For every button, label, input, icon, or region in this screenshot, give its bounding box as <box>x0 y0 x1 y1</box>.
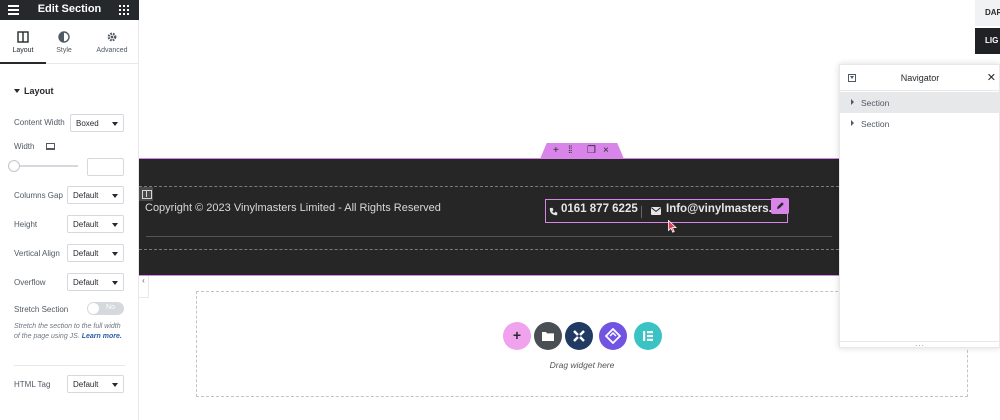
tab-advanced-label: Advanced <box>96 47 128 54</box>
navigator-item-section[interactable]: Section <box>840 113 1000 134</box>
column-handle-icon[interactable] <box>139 187 153 201</box>
width-label: Width <box>14 142 35 151</box>
content-width-select[interactable]: Boxed <box>70 114 124 132</box>
addon-kit-button[interactable] <box>599 322 627 350</box>
overflow-select[interactable]: Default <box>67 273 124 291</box>
contact-icon-list[interactable]: 0161 877 6225 Info@vinylmasters.co.uk <box>545 198 789 223</box>
layout-icon <box>17 31 29 43</box>
vertical-align-label: Vertical Align <box>14 249 60 258</box>
html-tag-label: HTML Tag <box>14 380 51 389</box>
copyright-text[interactable]: Copyright © 2023 Vinylmasters Limited - … <box>145 202 441 214</box>
layout-section-toggle[interactable]: Layout <box>14 86 54 96</box>
footer-divider-line <box>146 236 832 237</box>
add-template-button[interactable] <box>534 322 562 350</box>
navigator-title: Navigator <box>900 73 940 83</box>
caret-down-icon <box>14 89 20 93</box>
navigator-item-section[interactable]: Section <box>840 92 1000 113</box>
style-icon <box>58 31 70 43</box>
mouse-pointer-icon <box>668 220 677 233</box>
desktop-monitor-icon[interactable] <box>46 143 55 150</box>
section-handle-bar: + ⁞⁞ ❐ × <box>540 143 624 159</box>
duplicate-section-icon[interactable]: ❐ <box>587 146 596 156</box>
tab-advanced[interactable]: Advanced <box>88 20 136 64</box>
edit-widget-button[interactable] <box>771 198 789 214</box>
height-label: Height <box>14 220 38 229</box>
drag-section-icon[interactable]: ⁞⁞ <box>568 146 572 156</box>
columns-gap-label: Columns Gap <box>14 191 63 200</box>
folder-icon <box>542 332 554 341</box>
columns-gap-select[interactable]: Default <box>67 186 124 204</box>
light-mode-button[interactable]: LIG <box>975 28 1000 54</box>
navigator-header[interactable]: Navigator ✕ <box>840 65 1000 91</box>
editor-panel: Edit Section Layout Style Advanced Layou… <box>0 0 139 420</box>
toggle-state: No <box>106 304 115 311</box>
phone-number[interactable]: 0161 877 6225 <box>561 203 638 215</box>
contact-separator <box>641 206 642 218</box>
tab-layout[interactable]: Layout <box>0 20 46 64</box>
elementor-logo-icon <box>643 331 653 341</box>
add-section-icon[interactable]: + <box>553 146 559 156</box>
height-select[interactable]: Default <box>67 215 124 233</box>
x-logo-icon <box>573 330 585 342</box>
content-width-label: Content Width <box>14 118 65 127</box>
tab-layout-label: Layout <box>12 47 34 54</box>
diamond-logo-icon <box>605 328 621 344</box>
phone-icon <box>549 207 558 216</box>
width-slider-track[interactable] <box>14 165 78 167</box>
navigator-panel: Navigator ✕ Section Section ... <box>839 64 1000 348</box>
learn-more-link[interactable]: Learn more. <box>82 333 122 340</box>
panel-divider <box>14 365 125 366</box>
plus-icon: + <box>512 327 522 343</box>
envelope-icon <box>651 207 661 215</box>
width-slider-handle[interactable] <box>8 160 20 172</box>
add-new-section-button[interactable]: + <box>503 322 531 350</box>
dark-mode-button[interactable]: DAR <box>975 0 1000 26</box>
pencil-icon <box>777 202 784 209</box>
vertical-align-select[interactable]: Default <box>67 244 124 262</box>
footer-section[interactable]: Copyright © 2023 Vinylmasters Limited - … <box>139 158 839 276</box>
tab-style-label: Style <box>56 47 72 54</box>
navigator-resize-handle[interactable]: ... <box>840 339 1000 348</box>
close-icon[interactable]: ✕ <box>987 71 996 84</box>
drag-widget-hint: Drag widget here <box>549 360 615 370</box>
stretch-section-label: Stretch Section <box>14 305 69 314</box>
delete-section-icon[interactable]: × <box>603 146 609 156</box>
stretch-help-text: Stretch the section to the full width of… <box>14 322 126 342</box>
toggle-knob <box>88 303 99 314</box>
panel-tabs: Layout Style Advanced <box>0 20 139 64</box>
column-dash-top <box>139 186 839 187</box>
addon-x-button[interactable] <box>565 322 593 350</box>
width-input[interactable] <box>87 158 124 176</box>
widgets-grid-icon[interactable] <box>119 5 129 15</box>
column-dash-bottom <box>139 249 839 250</box>
email-address[interactable]: Info@vinylmasters.co.uk <box>666 203 772 215</box>
gear-icon <box>107 32 117 42</box>
panel-header: Edit Section <box>0 0 139 20</box>
overflow-label: Overflow <box>14 278 46 287</box>
html-tag-select[interactable]: Default <box>67 375 124 393</box>
layout-section-title: Layout <box>24 86 54 96</box>
stretch-section-toggle[interactable]: No <box>87 302 124 315</box>
elementor-kit-button[interactable] <box>634 322 662 350</box>
tab-style[interactable]: Style <box>41 20 87 64</box>
